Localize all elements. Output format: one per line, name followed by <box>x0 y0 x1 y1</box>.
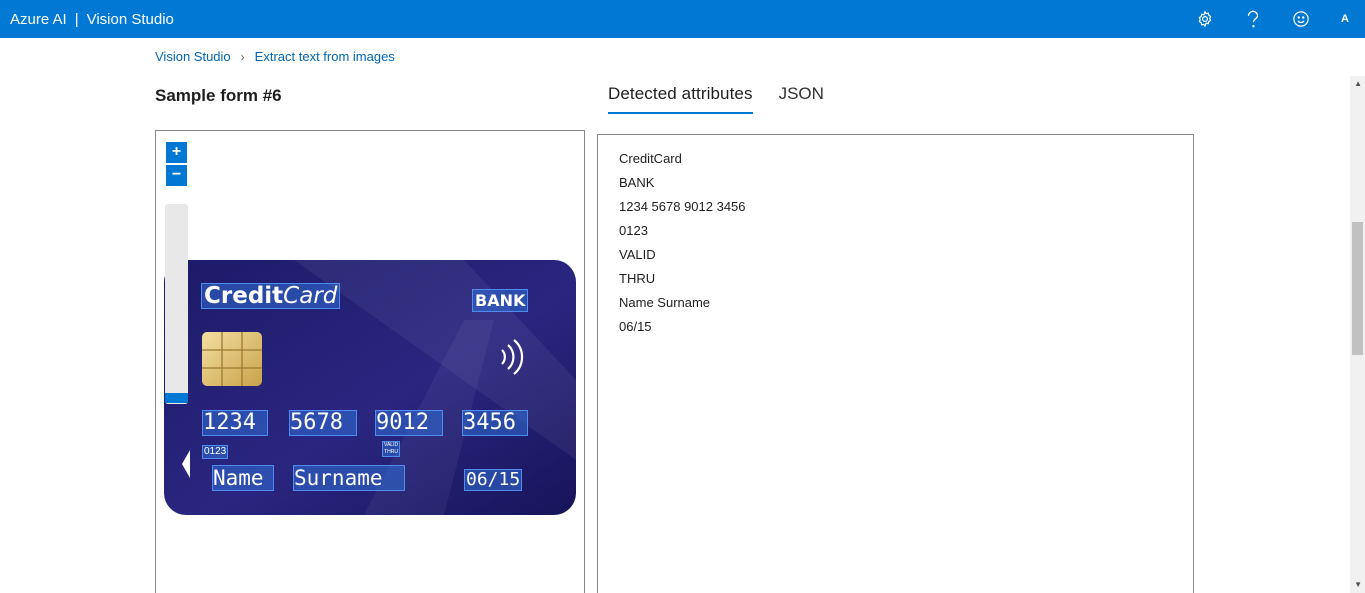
card-brand-italic: Card <box>283 283 338 309</box>
user-avatar[interactable]: A <box>1325 0 1365 38</box>
brand-separator: | <box>74 10 79 28</box>
result-line: BANK <box>619 175 655 190</box>
result-line: THRU <box>619 271 656 286</box>
card-name: Name <box>212 465 274 491</box>
detected-attributes-panel: CreditCard BANK 1234 5678 9012 3456 0123… <box>597 134 1194 593</box>
result-line: CreditCard <box>619 151 682 166</box>
scroll-up-arrow-icon[interactable]: ▲ <box>1354 79 1362 88</box>
image-viewer[interactable]: CreditCard BANK 1234 5678 9012 3456 0123… <box>155 130 585 593</box>
result-line: 0123 <box>619 223 648 238</box>
card-number-group-3: 9012 <box>375 410 443 436</box>
top-bar: Azure AI | Vision Studio A <box>0 0 1365 38</box>
breadcrumb: Vision Studio › Extract text from images <box>155 49 395 64</box>
product-name: Vision Studio <box>86 10 174 28</box>
card-expiry: 06/15 <box>464 469 523 491</box>
page-title: Sample form #6 <box>155 86 282 105</box>
card-number-group-4: 3456 <box>462 410 528 436</box>
credit-card-image: CreditCard BANK 1234 5678 9012 3456 0123… <box>164 260 576 515</box>
zoom-slider-thumb[interactable] <box>165 393 188 403</box>
help-icon[interactable] <box>1229 0 1277 38</box>
card-brand-bold: Credit <box>204 283 284 309</box>
gear-icon[interactable] <box>1181 0 1229 38</box>
tab-detected-attributes[interactable]: Detected attributes <box>608 84 753 114</box>
card-number-group-2: 5678 <box>289 410 357 436</box>
card-valid-label: VALID <box>384 442 399 448</box>
card-bank-box: BANK <box>472 289 529 312</box>
zoom-slider-track[interactable] <box>165 204 188 404</box>
card-small-code: 0123 <box>202 445 229 459</box>
card-surname: Surname <box>293 465 405 491</box>
tab-label: JSON <box>778 84 824 103</box>
feedback-smiley-icon[interactable] <box>1277 0 1325 38</box>
scroll-down-arrow-icon[interactable]: ▼ <box>1354 580 1362 589</box>
card-thru-label: THRU <box>384 449 398 455</box>
breadcrumb-root-link[interactable]: Vision Studio <box>155 49 231 64</box>
chevron-right-icon: › <box>240 49 245 64</box>
tab-label: Detected attributes <box>608 84 753 103</box>
results-tabs: Detected attributes JSON <box>608 84 850 114</box>
result-line: Name Surname <box>619 295 711 310</box>
page-scrollbar-thumb[interactable] <box>1352 222 1363 355</box>
app-brand[interactable]: Azure AI | Vision Studio <box>0 11 174 28</box>
tab-json[interactable]: JSON <box>779 84 824 114</box>
zoom-out-button[interactable]: − <box>166 165 187 186</box>
card-brand-box: CreditCard <box>201 283 341 309</box>
brand-name: Azure AI <box>10 10 67 28</box>
result-line: 06/15 <box>619 319 652 334</box>
card-valid-thru: VALID THRU <box>382 441 401 457</box>
breadcrumb-current-link[interactable]: Extract text from images <box>255 49 395 64</box>
result-line: VALID <box>619 247 656 262</box>
card-number-group-1: 1234 <box>202 410 268 436</box>
zoom-in-button[interactable]: + <box>166 142 187 163</box>
result-line: 1234 5678 9012 3456 <box>619 199 746 214</box>
